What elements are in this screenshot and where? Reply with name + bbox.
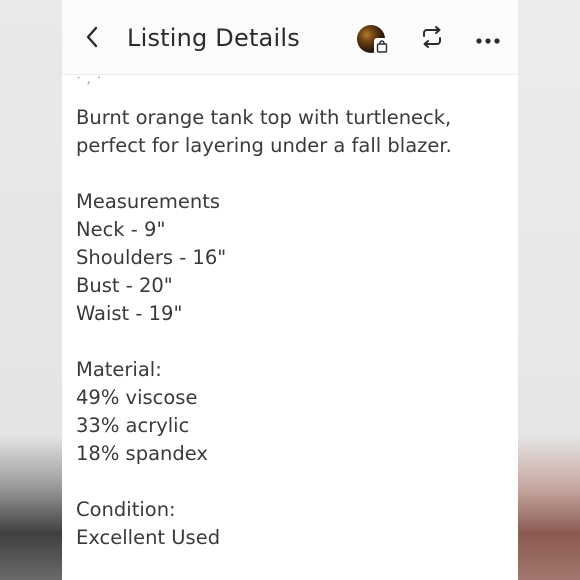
more-dots-icon [475,30,501,49]
background-left [0,0,62,580]
material-item: 49% viscose [76,386,198,409]
measurement-item: Shoulders - 16" [76,246,227,269]
page-title: Listing Details [127,24,300,52]
measurement-item: Waist - 19" [76,302,183,325]
share-button[interactable] [418,24,446,54]
description-line: perfect for layering under a fall blazer… [76,134,452,157]
repost-icon [419,24,445,54]
back-button[interactable] [78,24,106,54]
measurement-item: Neck - 9" [76,218,166,241]
material-item: 33% acrylic [76,414,190,437]
material-item: 18% spandex [76,442,208,465]
measurements-heading: Measurements [76,190,221,213]
measurement-item: Bust - 20" [76,274,173,297]
condition-value: Excellent Used [76,526,221,549]
material-heading: Material: [76,358,162,381]
listing-description: Burnt orange tank top with turtleneck, p… [76,104,506,552]
condition-heading: Condition: [76,498,176,521]
more-options-button[interactable] [472,24,504,54]
chevron-left-icon [84,25,100,53]
shopping-bag-icon [374,38,389,54]
top-bar: Listing Details [62,0,518,75]
background-right [518,0,580,580]
description-line: Burnt orange tank top with turtleneck, [76,106,452,129]
app-screen: Listing Details · , · Burnt orange tank … [62,0,518,580]
clipped-text: · , · [76,68,102,87]
